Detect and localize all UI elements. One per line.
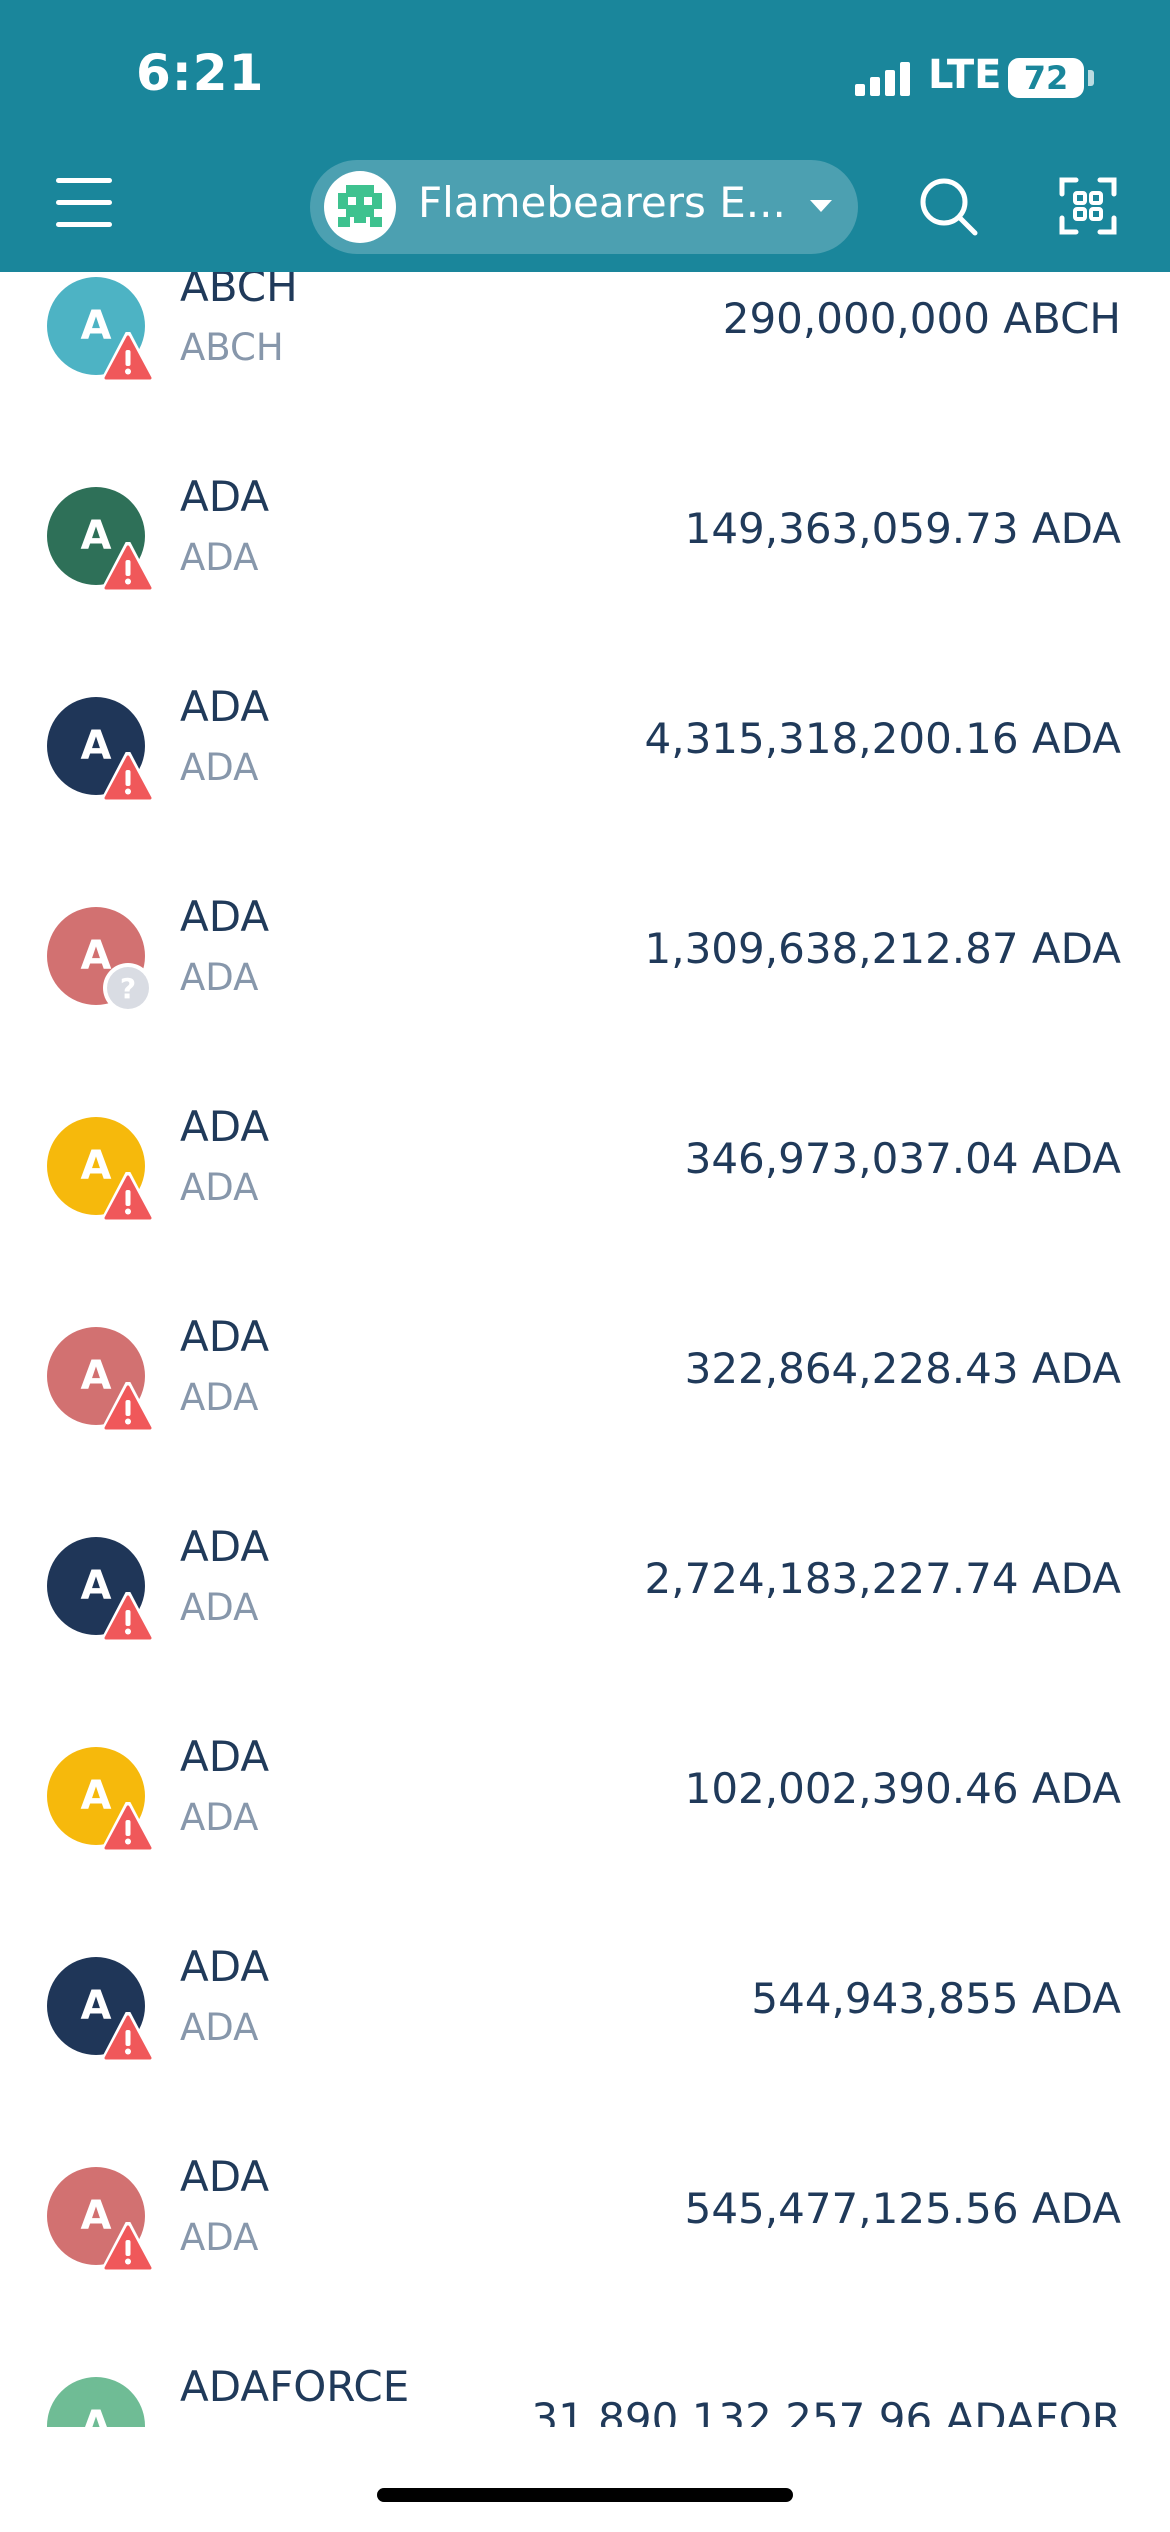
warning-icon	[101, 2011, 155, 2064]
token-amount: 545,477,125.56 ADA	[684, 2184, 1121, 2233]
token-amount: 290,000,000 ABCH	[722, 294, 1121, 343]
token-row[interactable]: A ADA ADA 322,864,228.43 ADA	[0, 1262, 1170, 1472]
token-list: A ABCH ABCH 290,000,000 ABCH A ADA ADA 149,363,…	[0, 272, 1170, 2427]
token-name: ADA	[180, 2152, 270, 2201]
token-row[interactable]: A? ADA ADA 1,309,638,212.87 ADA	[0, 842, 1170, 1052]
token-name: ADA	[180, 892, 270, 941]
token-row[interactable]: A ADA ADA 346,973,037.04 ADA	[0, 1052, 1170, 1262]
token-row[interactable]: A ADA ADA 545,477,125.56 ADA	[0, 2102, 1170, 2312]
token-name: ADA	[180, 1732, 270, 1781]
home-indicator	[377, 2488, 793, 2502]
pixel-robot-icon	[324, 171, 396, 243]
token-row[interactable]: A ADA ADA 149,363,059.73 ADA	[0, 422, 1170, 632]
hamburger-menu-icon[interactable]	[56, 178, 112, 228]
battery-icon: 72	[1008, 58, 1084, 98]
token-name: ADA	[180, 1102, 270, 1151]
token-symbol: ADA	[180, 1376, 259, 1419]
token-amount: 322,864,228.43 ADA	[684, 1344, 1121, 1393]
warning-icon	[101, 1591, 155, 1644]
token-amount: 102,002,390.46 ADA	[684, 1764, 1121, 1813]
token-row[interactable]: A ADA ADA 2,724,183,227.74 ADA	[0, 1472, 1170, 1682]
token-amount: 544,943,855 ADA	[751, 1974, 1121, 2023]
token-symbol: ABCH	[180, 326, 284, 369]
cellular-signal-icon	[855, 62, 913, 96]
token-symbol: ADA	[180, 746, 259, 789]
token-name: ABCH	[180, 272, 298, 311]
warning-icon	[101, 2221, 155, 2274]
warning-icon	[101, 1171, 155, 1224]
token-amount: 346,973,037.04 ADA	[684, 1134, 1121, 1183]
token-symbol: ADAFORCE	[180, 2426, 382, 2427]
warning-icon	[101, 1801, 155, 1854]
token-symbol: ADA	[180, 956, 259, 999]
token-row[interactable]: A ABCH ABCH 290,000,000 ABCH	[0, 272, 1170, 422]
token-avatar: A	[47, 2377, 145, 2427]
token-symbol: ADA	[180, 2006, 259, 2049]
token-symbol: ADA	[180, 1166, 259, 1209]
svg-text:?: ?	[120, 972, 136, 1005]
status-time: 6:21	[136, 44, 265, 102]
wallet-selector[interactable]: Flamebearers E...	[310, 160, 858, 254]
unknown-status-icon: ?	[102, 962, 154, 1014]
token-row[interactable]: A ADA ADA 102,002,390.46 ADA	[0, 1682, 1170, 1892]
token-symbol: ADA	[180, 2216, 259, 2259]
warning-icon	[101, 751, 155, 804]
warning-icon	[101, 541, 155, 594]
token-row[interactable]: A ADA ADA 544,943,855 ADA	[0, 1892, 1170, 2102]
battery-tip	[1088, 70, 1094, 86]
token-amount: 31,890,132,257.96 ADAFOR	[531, 2394, 1121, 2427]
warning-icon	[101, 331, 155, 384]
token-amount: 1,309,638,212.87 ADA	[644, 924, 1121, 973]
token-row[interactable]: A ADAFORCE ADAFORCE 31,890,132,257.96 ADAFO…	[0, 2312, 1170, 2427]
token-symbol: ADA	[180, 1796, 259, 1839]
token-name: ADAFORCE	[180, 2362, 410, 2411]
token-name: ADA	[180, 1312, 270, 1361]
token-amount: 2,724,183,227.74 ADA	[644, 1554, 1121, 1603]
wallet-name: Flamebearers E...	[418, 178, 786, 227]
token-amount: 149,363,059.73 ADA	[684, 504, 1121, 553]
token-symbol: ADA	[180, 1586, 259, 1629]
token-amount: 4,315,318,200.16 ADA	[644, 714, 1121, 763]
chevron-down-icon	[810, 200, 832, 212]
token-name: ADA	[180, 472, 270, 521]
token-name: ADA	[180, 1942, 270, 1991]
token-name: ADA	[180, 682, 270, 731]
token-symbol: ADA	[180, 536, 259, 579]
token-name: ADA	[180, 1522, 270, 1571]
app-header: 6:21 LTE 72 Flamebearers E...	[0, 0, 1170, 272]
network-type: LTE	[928, 52, 1002, 98]
search-icon[interactable]	[918, 176, 980, 238]
warning-icon	[101, 1381, 155, 1434]
token-row[interactable]: A ADA ADA 4,315,318,200.16 ADA	[0, 632, 1170, 842]
qr-scan-icon[interactable]	[1058, 176, 1118, 236]
